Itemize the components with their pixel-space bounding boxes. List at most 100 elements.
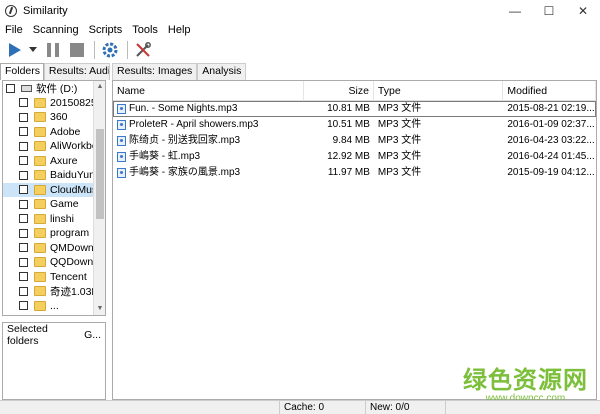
file-type: MP3 文件 — [377, 119, 422, 130]
column-header-modified[interactable]: Modified — [503, 81, 596, 101]
menu-scanning[interactable]: Scanning — [28, 22, 84, 38]
tree-folder-row[interactable]: ... — [3, 299, 105, 314]
file-size: 12.92 MB — [327, 151, 370, 162]
folder-label: program — [50, 227, 90, 240]
tree-folder-row[interactable]: 奇迹1.03H3 — [3, 284, 105, 299]
pause-icon — [47, 43, 59, 57]
table-row[interactable]: 手嶋葵 - 家族の風景.mp3 11.97 MB MP3 文件 2015-09-… — [113, 165, 596, 181]
folder-checkbox[interactable] — [19, 199, 28, 209]
column-header-size[interactable]: Size — [304, 81, 374, 101]
stop-button[interactable] — [66, 39, 88, 61]
folder-checkbox[interactable] — [19, 141, 28, 151]
menu-help[interactable]: Help — [163, 22, 196, 38]
folder-label: Adobe — [50, 125, 81, 138]
tree-folder-row[interactable]: BaiduYunD — [3, 168, 105, 183]
tab-results-audio[interactable]: Results: Audio — [43, 63, 110, 80]
folder-icon — [34, 286, 46, 297]
folder-label: 360 — [50, 111, 68, 124]
table-row[interactable]: 陈绮贞 - 别送我回家.mp3 9.84 MB MP3 文件 2016-04-2… — [113, 133, 596, 149]
folder-checkbox[interactable] — [19, 301, 28, 311]
audio-file-icon — [117, 168, 126, 178]
tree-folder-row[interactable]: QMDownlc — [3, 241, 105, 256]
close-button[interactable]: ✕ — [566, 0, 600, 22]
tree-folder-row[interactable]: QQDownlc — [3, 255, 105, 270]
tree-folder-row[interactable]: Game — [3, 197, 105, 212]
folder-icon — [34, 112, 46, 123]
status-new: New: 0/0 — [366, 401, 446, 414]
file-size: 10.81 MB — [327, 103, 370, 114]
folder-label: linshi — [50, 212, 74, 225]
menu-scripts[interactable]: Scripts — [84, 22, 128, 38]
drive-checkbox[interactable] — [6, 83, 15, 93]
table-row[interactable]: 手嶋葵 - 虹.mp3 12.92 MB MP3 文件 2016-04-24 0… — [113, 149, 596, 165]
tree-folder-row[interactable]: Axure — [3, 154, 105, 169]
folder-checkbox[interactable] — [19, 185, 28, 195]
tab-g[interactable]: G... — [80, 329, 105, 341]
folder-icon — [34, 199, 46, 210]
tree-drive-row[interactable]: 软件 (D:) — [3, 81, 105, 96]
audio-file-icon — [117, 152, 126, 162]
folder-checkbox[interactable] — [19, 257, 28, 267]
minimize-button[interactable]: — — [498, 0, 532, 22]
tree-folder-row[interactable]: program — [3, 226, 105, 241]
tree-folder-row[interactable]: Adobe — [3, 125, 105, 140]
pause-button[interactable] — [42, 39, 64, 61]
play-dropdown-button[interactable] — [28, 39, 38, 61]
menu-file[interactable]: File — [0, 22, 28, 38]
folder-checkbox[interactable] — [19, 112, 28, 122]
tree-folder-row[interactable]: linshi — [3, 212, 105, 227]
folder-checkbox[interactable] — [19, 272, 28, 282]
folder-checkbox[interactable] — [19, 243, 28, 253]
tab-results-images[interactable]: Results: Images — [112, 63, 198, 80]
file-type: MP3 文件 — [377, 103, 422, 114]
folder-icon — [34, 184, 46, 195]
status-empty — [0, 401, 280, 414]
table-row[interactable]: Fun. - Some Nights.mp3 10.81 MB MP3 文件 2… — [113, 101, 596, 117]
tools-button[interactable] — [132, 39, 154, 61]
settings-gear-icon — [102, 42, 118, 58]
folder-checkbox[interactable] — [19, 170, 28, 180]
folder-icon — [34, 300, 46, 311]
play-button[interactable] — [4, 39, 26, 61]
file-name: 手嶋葵 - 虹.mp3 — [129, 151, 201, 162]
tab-folders[interactable]: Folders — [0, 63, 44, 80]
folder-icon — [34, 170, 46, 181]
tab-analysis[interactable]: Analysis — [197, 63, 247, 80]
file-modified: 2016-04-23 03:22... — [507, 135, 595, 146]
scroll-up-arrow-icon[interactable]: ▲ — [94, 81, 105, 93]
folder-tree: 软件 (D:) 20150825广 360 Adobe AliWorkbe Ax… — [2, 80, 106, 316]
scrollbar-thumb[interactable] — [96, 129, 104, 219]
tree-vertical-scrollbar[interactable]: ▲ ▼ — [93, 81, 105, 315]
folder-label: AliWorkbe — [50, 140, 98, 153]
settings-button[interactable] — [99, 39, 121, 61]
menu-tools[interactable]: Tools — [127, 22, 163, 38]
status-bar: Cache: 0 New: 0/0 — [0, 400, 600, 414]
maximize-button[interactable]: ☐ — [532, 0, 566, 22]
right-tab-strip: Results: Images Analysis — [112, 63, 247, 80]
file-name: ProleteR - April showers.mp3 — [129, 119, 259, 130]
scroll-down-arrow-icon[interactable]: ▼ — [94, 303, 105, 315]
tree-folder-row[interactable]: 360 — [3, 110, 105, 125]
window-title: Similarity — [23, 5, 68, 17]
file-name: 陈绮贞 - 别送我回家.mp3 — [129, 135, 241, 146]
file-type: MP3 文件 — [377, 167, 422, 178]
folder-checkbox[interactable] — [19, 127, 28, 137]
column-header-name[interactable]: Name — [113, 81, 305, 101]
tab-selected-folders[interactable]: Selected folders — [3, 323, 80, 347]
table-row[interactable]: ProleteR - April showers.mp3 10.51 MB MP… — [113, 117, 596, 133]
audio-file-icon — [117, 104, 126, 114]
folder-checkbox[interactable] — [19, 228, 28, 238]
folder-checkbox[interactable] — [19, 286, 28, 296]
folder-checkbox[interactable] — [19, 98, 28, 108]
tree-folder-row[interactable]: Tencent — [3, 270, 105, 285]
pane-splitter[interactable] — [107, 80, 111, 400]
status-cache: Cache: 0 — [280, 401, 366, 414]
column-header-type[interactable]: Type — [374, 81, 504, 101]
tree-folder-row-selected[interactable]: CloudMusi — [3, 182, 105, 197]
folder-checkbox[interactable] — [19, 214, 28, 224]
folder-icon — [34, 97, 46, 108]
file-modified: 2015-08-21 02:19... — [507, 103, 595, 114]
tree-folder-row[interactable]: AliWorkbe — [3, 139, 105, 154]
tree-folder-row[interactable]: 20150825广 — [3, 96, 105, 111]
folder-checkbox[interactable] — [19, 156, 28, 166]
